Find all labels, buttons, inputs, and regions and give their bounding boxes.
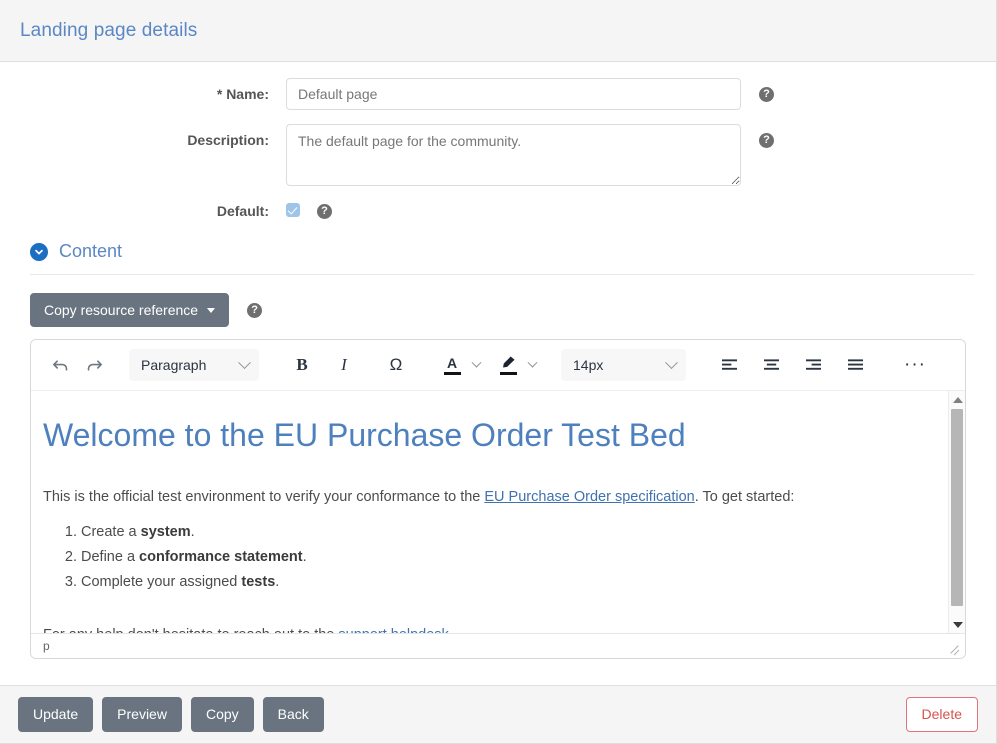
form-row-name: * Name: ? xyxy=(18,78,978,110)
font-size-select[interactable]: 14px xyxy=(561,349,686,382)
list-item: Complete your assigned tests. xyxy=(81,572,926,593)
copy-resource-reference-row: Copy resource reference ? xyxy=(30,293,978,328)
description-label: Description: xyxy=(187,132,269,148)
step-3-before: Complete your assigned xyxy=(81,573,242,590)
highlight-pen-icon[interactable] xyxy=(495,348,521,382)
step-3-after: . xyxy=(275,573,280,590)
font-color-control: A xyxy=(439,348,487,382)
page-title: Landing page details xyxy=(20,19,198,41)
landing-page-details-panel: Landing page details * Name: ? Descripti… xyxy=(0,0,997,744)
name-input[interactable] xyxy=(286,78,741,110)
bold-button[interactable]: B xyxy=(285,348,319,382)
chevron-down-icon xyxy=(238,355,251,369)
default-control-wrap: ? xyxy=(286,202,332,219)
list-item: Create a system. xyxy=(81,522,926,543)
name-label: * Name: xyxy=(216,86,269,102)
form-row-default: Default: ? xyxy=(18,202,978,219)
panel-body: * Name: ? Description: ? Default: ? xyxy=(0,62,996,675)
step-2-after: . xyxy=(302,548,307,565)
update-button[interactable]: Update xyxy=(18,697,94,732)
editor-toolbar: Paragraph B I Ω A 14px ··· xyxy=(31,340,965,392)
description-help-icon[interactable]: ? xyxy=(759,133,774,148)
align-center-icon[interactable] xyxy=(754,348,788,382)
editor-vertical-scrollbar[interactable] xyxy=(948,391,965,634)
preview-button[interactable]: Preview xyxy=(102,697,182,732)
element-path[interactable]: p xyxy=(43,639,50,653)
content-section-title: Content xyxy=(59,241,123,261)
font-color-icon[interactable]: A xyxy=(439,348,465,382)
editor-area: Welcome to the EU Purchase Order Test Be… xyxy=(31,391,965,634)
scroll-down-arrow-icon[interactable] xyxy=(949,616,965,633)
panel-footer: Update Preview Copy Back Delete xyxy=(0,685,996,743)
caret-down-icon xyxy=(207,307,216,313)
content-section-header: Content xyxy=(30,241,974,275)
rich-text-editor: Paragraph B I Ω A 14px ··· Welcome to th… xyxy=(30,339,966,660)
footer-actions-right: Delete xyxy=(905,697,978,732)
intro-text-after: . To get started: xyxy=(694,488,795,505)
special-character-icon[interactable]: Ω xyxy=(379,348,413,382)
step-1-before: Create a xyxy=(81,523,141,540)
description-textarea[interactable] xyxy=(286,124,741,186)
editor-content[interactable]: Welcome to the EU Purchase Order Test Be… xyxy=(31,391,948,633)
default-checkbox[interactable] xyxy=(286,203,300,217)
paragraph-format-select[interactable]: Paragraph xyxy=(129,349,259,382)
italic-button[interactable]: I xyxy=(327,348,361,382)
font-color-glyph: A xyxy=(446,354,458,371)
align-justify-icon[interactable] xyxy=(838,348,872,382)
copy-button[interactable]: Copy xyxy=(190,697,254,732)
scrollbar-thumb[interactable] xyxy=(951,409,963,607)
align-left-icon[interactable] xyxy=(712,348,746,382)
name-control-wrap: ? xyxy=(286,78,774,110)
document-intro-paragraph: This is the official test environment to… xyxy=(43,487,926,508)
form-row-description: Description: ? xyxy=(18,124,978,186)
delete-button[interactable]: Delete xyxy=(905,697,978,732)
description-control-wrap: ? xyxy=(286,124,774,186)
editor-status-bar: p xyxy=(31,633,965,659)
chevron-down-icon[interactable] xyxy=(30,242,48,261)
steps-list: Create a system. Define a conformance st… xyxy=(43,522,926,593)
font-size-value: 14px xyxy=(573,357,604,374)
chevron-down-icon xyxy=(665,355,678,369)
highlight-color-swatch xyxy=(499,372,517,376)
scroll-up-arrow-icon[interactable] xyxy=(949,391,965,408)
step-1-after: . xyxy=(190,523,195,540)
step-2-bold: conformance statement xyxy=(139,548,303,565)
copy-resource-reference-button[interactable]: Copy resource reference xyxy=(30,293,230,328)
copy-resource-reference-label: Copy resource reference xyxy=(44,302,199,318)
highlight-control xyxy=(495,348,543,382)
document-outro-paragraph: For any help don't hesitate to reach out… xyxy=(43,625,926,634)
document-heading: Welcome to the EU Purchase Order Test Be… xyxy=(43,417,686,454)
footer-actions-left: Update Preview Copy Back xyxy=(18,697,324,732)
undo-icon[interactable] xyxy=(43,348,77,382)
more-options-icon[interactable]: ··· xyxy=(898,348,932,382)
paragraph-format-value: Paragraph xyxy=(141,357,207,374)
step-2-before: Define a xyxy=(81,548,140,565)
font-color-swatch xyxy=(443,371,461,375)
default-label: Default: xyxy=(216,202,269,219)
step-1-bold: system xyxy=(140,523,191,540)
default-help-icon[interactable]: ? xyxy=(317,204,332,219)
name-help-icon[interactable]: ? xyxy=(759,87,774,102)
chevron-down-icon xyxy=(527,357,537,368)
back-button[interactable]: Back xyxy=(262,697,324,732)
copy-resource-reference-help-icon[interactable]: ? xyxy=(247,302,263,318)
eu-purchase-order-specification-link[interactable]: EU Purchase Order specification xyxy=(484,489,694,505)
editor-resize-handle[interactable] xyxy=(948,642,960,656)
redo-icon[interactable] xyxy=(77,348,111,382)
intro-text-before: This is the official test environment to… xyxy=(43,488,485,505)
list-item: Define a conformance statement. xyxy=(81,547,926,568)
panel-header: Landing page details xyxy=(0,0,996,62)
chevron-down-icon xyxy=(471,357,481,368)
highlight-dropdown[interactable] xyxy=(521,348,543,382)
step-3-bold: tests xyxy=(241,573,276,590)
font-color-dropdown[interactable] xyxy=(465,348,487,382)
more-options-dots: ··· xyxy=(904,354,926,376)
align-right-icon[interactable] xyxy=(796,348,830,382)
